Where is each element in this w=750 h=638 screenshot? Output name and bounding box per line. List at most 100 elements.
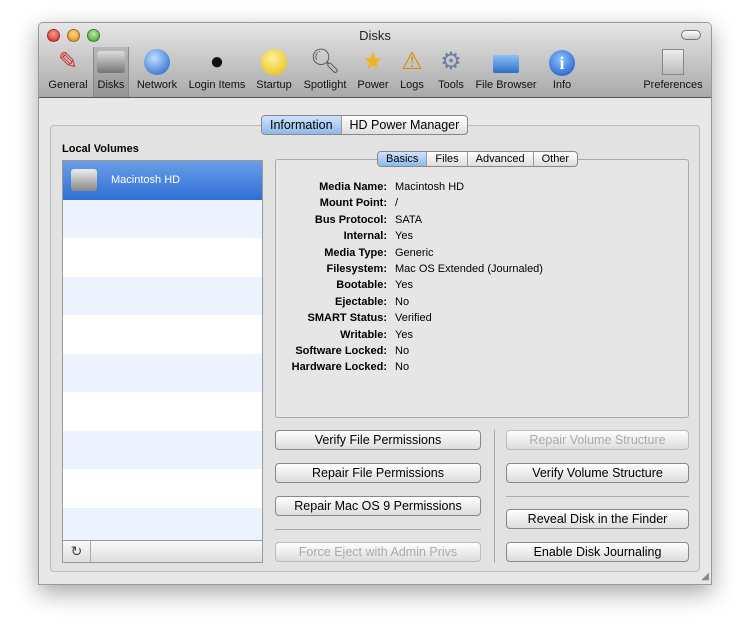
- volumes-list[interactable]: Macintosh HD ↻: [62, 160, 263, 563]
- detail-value: Mac OS Extended (Journaled): [395, 263, 543, 275]
- detail-row: Media Name: Macintosh HD: [275, 181, 689, 197]
- toolbar: Disks ✎ General Disks Network ● Login Item…: [39, 23, 711, 98]
- magnifier-icon: 🔍︎: [309, 48, 341, 75]
- local-volumes-header: Local Volumes: [62, 143, 139, 155]
- divider: [506, 496, 689, 497]
- toolbar-startup[interactable]: Startup: [253, 47, 295, 97]
- toolbar-disks[interactable]: Disks: [93, 47, 129, 97]
- toolbar-info[interactable]: i Info: [545, 47, 579, 97]
- globe-icon: [141, 47, 173, 77]
- detail-value: No: [395, 295, 410, 308]
- toolbar-label: File Browser: [475, 79, 537, 91]
- detail-value: No: [395, 361, 410, 374]
- toolbar-label: Tools: [438, 79, 464, 91]
- disks-window: Disks ✎ General Disks Network ● Login Item…: [38, 22, 712, 585]
- detail-value: Yes: [395, 279, 413, 292]
- toolbar-spotlight[interactable]: 🔍︎ Spotlight: [299, 47, 351, 97]
- divider: [494, 430, 495, 563]
- detail-label: Ejectable:: [335, 295, 387, 308]
- detail-value: Macintosh HD: [395, 181, 465, 193]
- reveal-disk-in-finder-button[interactable]: Reveal Disk in the Finder: [506, 509, 689, 529]
- verify-volume-structure-button[interactable]: Verify Volume Structure: [506, 463, 689, 483]
- toolbar-label: General: [48, 79, 88, 91]
- folder-search-icon: [490, 47, 522, 77]
- toolbar-label: Network: [136, 79, 178, 91]
- toolbar-power[interactable]: ★ Power: [354, 47, 392, 97]
- hard-disk-icon: [71, 169, 97, 192]
- tab-hd-power-manager[interactable]: HD Power Manager: [340, 116, 468, 134]
- tab-basics[interactable]: Basics: [378, 152, 427, 166]
- toolbar-label: Logs: [400, 79, 424, 91]
- repair-mac-os-9-permissions-button[interactable]: Repair Mac OS 9 Permissions: [275, 496, 481, 516]
- window-title: Disks: [359, 28, 391, 43]
- detail-row: Bootable: Yes: [275, 279, 689, 295]
- tab-files[interactable]: Files: [426, 152, 466, 166]
- resize-grip-icon[interactable]: ◢: [701, 571, 709, 582]
- switch-icon: [657, 47, 689, 77]
- repair-file-permissions-button[interactable]: Repair File Permissions: [275, 463, 481, 483]
- detail-row: Mount Point: /: [275, 197, 689, 213]
- detail-value: Generic: [395, 246, 434, 259]
- tab-information[interactable]: Information: [262, 116, 341, 134]
- gear-icon: ⚙: [440, 48, 462, 75]
- toolbar-label: Startup: [256, 79, 292, 91]
- detail-label: Mount Point:: [319, 197, 387, 210]
- toolbar-login-items[interactable]: ● Login Items: [185, 47, 249, 97]
- force-eject-button[interactable]: Force Eject with Admin Privs: [275, 542, 481, 562]
- toolbar-logs[interactable]: ⚠ Logs: [396, 47, 428, 97]
- detail-label: Bus Protocol:: [314, 213, 387, 226]
- detail-row: Ejectable: No: [275, 296, 689, 312]
- toolbar-label: Spotlight: [303, 79, 347, 91]
- tab-other[interactable]: Other: [532, 152, 578, 166]
- detail-value: No: [395, 345, 410, 357]
- user-icon: ●: [209, 48, 225, 75]
- detail-label: Media Name:: [319, 181, 387, 193]
- toolbar-network[interactable]: Network: [132, 47, 182, 97]
- detail-value: Yes: [395, 328, 413, 341]
- detail-row: Media Type: Generic: [275, 247, 689, 263]
- info-icon: i: [546, 47, 578, 77]
- verify-file-permissions-button[interactable]: Verify File Permissions: [275, 430, 481, 450]
- star-icon: ★: [362, 48, 384, 75]
- toolbar-label: Info: [552, 79, 572, 91]
- toolbar-general[interactable]: ✎ General: [45, 47, 91, 97]
- toolbar-label: Power: [357, 79, 389, 91]
- detail-label: SMART Status:: [307, 312, 387, 325]
- detail-row: Bus Protocol: SATA: [275, 214, 689, 230]
- detail-row: Hardware Locked: No: [275, 361, 689, 377]
- toolbar-toggle-button[interactable]: [681, 30, 701, 40]
- detail-label: Bootable:: [336, 279, 387, 292]
- detail-label: Media Type:: [324, 246, 387, 259]
- warning-icon: ⚠: [401, 48, 423, 75]
- sub-tabs: Basics Files Advanced Other: [377, 151, 579, 167]
- detail-row: Filesystem: Mac OS Extended (Journaled): [275, 263, 689, 279]
- disk-icon: [95, 47, 127, 77]
- list-item[interactable]: Macintosh HD: [63, 161, 262, 200]
- divider: [275, 529, 481, 530]
- toolbar-label: Preferences: [643, 79, 703, 91]
- detail-row: Software Locked: No: [275, 345, 689, 361]
- main-tabs: Information HD Power Manager: [261, 115, 469, 135]
- toolbar-preferences[interactable]: Preferences: [641, 47, 705, 97]
- list-bottom-bar: ↻: [63, 540, 262, 562]
- detail-label: Internal:: [343, 230, 387, 243]
- detail-label: Hardware Locked:: [291, 361, 387, 374]
- startup-icon: [258, 47, 290, 77]
- toolbar-label: Login Items: [188, 79, 246, 91]
- tab-advanced[interactable]: Advanced: [466, 152, 533, 166]
- detail-label: Software Locked:: [295, 345, 387, 357]
- enable-disk-journaling-button[interactable]: Enable Disk Journaling: [506, 542, 689, 562]
- detail-value: SATA: [395, 213, 423, 226]
- refresh-icon[interactable]: ↻: [63, 541, 91, 562]
- detail-label: Writable:: [340, 328, 387, 341]
- volume-name: Macintosh HD: [111, 174, 181, 187]
- detail-label: Filesystem:: [326, 263, 387, 275]
- toolbar-label: Disks: [97, 79, 125, 91]
- detail-row: Writable: Yes: [275, 329, 689, 345]
- detail-value: /: [395, 197, 399, 210]
- repair-volume-structure-button[interactable]: Repair Volume Structure: [506, 430, 689, 450]
- toolbar-tools[interactable]: ⚙ Tools: [433, 47, 469, 97]
- detail-value: Yes: [395, 230, 413, 243]
- detail-value: Verified: [395, 312, 432, 325]
- toolbar-file-browser[interactable]: File Browser: [473, 47, 539, 97]
